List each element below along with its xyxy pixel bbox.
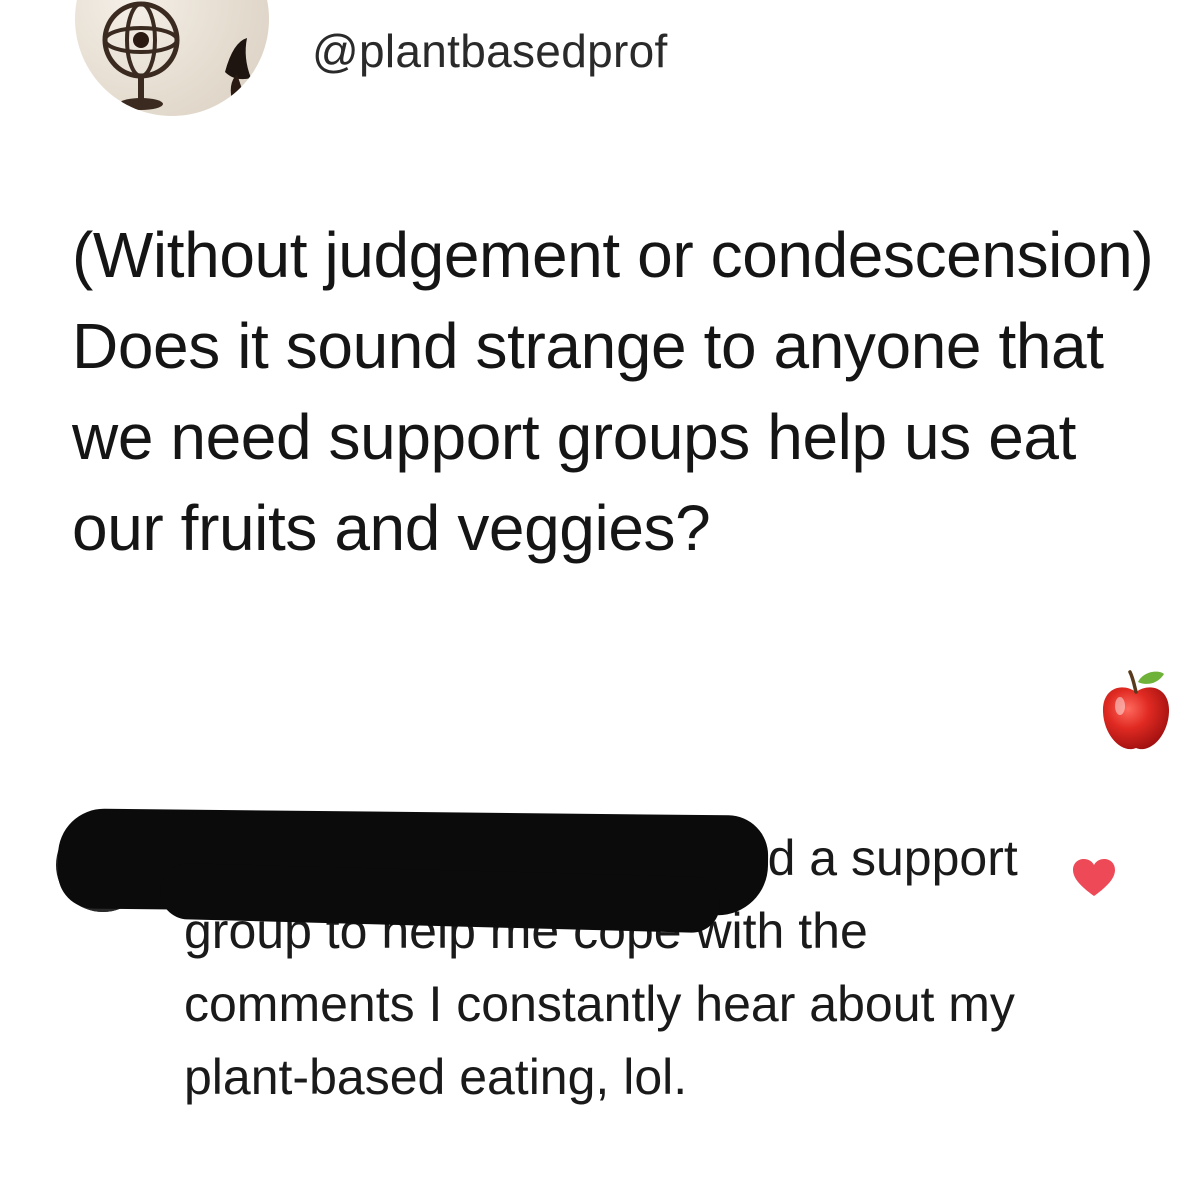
globe-photo-icon [102, 1, 251, 110]
post-body-text: (Without judgement or condescension) Doe… [72, 219, 1154, 564]
screenshot-frame: @plantbasedprof (Without judgement or co… [0, 0, 1200, 1200]
heart-icon[interactable] [1072, 858, 1116, 898]
post-author-handle[interactable]: @plantbasedprof [312, 24, 668, 78]
red-apple-icon [1102, 670, 1170, 750]
profile-avatar[interactable] [75, 0, 269, 116]
comment-item: crunchytubiemama I need a support group … [0, 800, 1200, 1200]
